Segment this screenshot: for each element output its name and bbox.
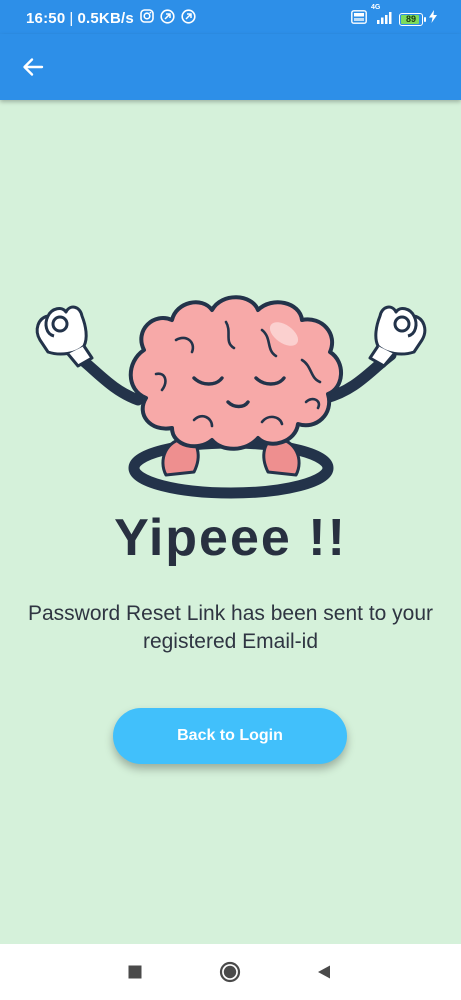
network-type-label: 4G xyxy=(371,3,381,11)
home-button[interactable] xyxy=(218,960,242,984)
status-time: 16:50 xyxy=(26,9,66,27)
battery-level-text: 89 xyxy=(405,13,416,24)
volte-icon xyxy=(351,9,367,29)
notification-icon xyxy=(160,8,175,28)
status-left: 16:50 | 0.5KB/s xyxy=(26,8,196,28)
back-button[interactable] xyxy=(18,52,48,82)
notification-icon xyxy=(181,8,196,28)
reset-link-message: Password Reset Link has been sent to you… xyxy=(27,602,434,653)
back-to-login-button[interactable]: Back to Login xyxy=(113,708,347,764)
recents-button[interactable] xyxy=(123,960,147,984)
arrow-left-icon xyxy=(23,58,44,76)
meditating-brain-illustration xyxy=(26,290,436,505)
system-nav-bar xyxy=(0,944,461,1000)
charging-icon xyxy=(429,10,437,28)
status-separator: | xyxy=(69,9,74,27)
instagram-icon xyxy=(140,9,154,27)
square-icon xyxy=(128,965,142,979)
app-bar xyxy=(0,34,461,100)
battery-cap xyxy=(424,16,426,22)
status-net-speed: 0.5KB/s xyxy=(77,9,134,27)
circle-icon xyxy=(219,961,241,983)
status-right: 4G 89 xyxy=(345,4,437,29)
status-bar: 16:50 | 0.5KB/s 4G 89 xyxy=(0,0,461,34)
nav-back-button[interactable] xyxy=(312,960,336,984)
signal-icon: 4G xyxy=(371,4,393,29)
battery-icon: 89 xyxy=(399,12,426,26)
triangle-back-icon xyxy=(318,965,330,979)
page-title: Yipeee !! xyxy=(114,509,347,567)
